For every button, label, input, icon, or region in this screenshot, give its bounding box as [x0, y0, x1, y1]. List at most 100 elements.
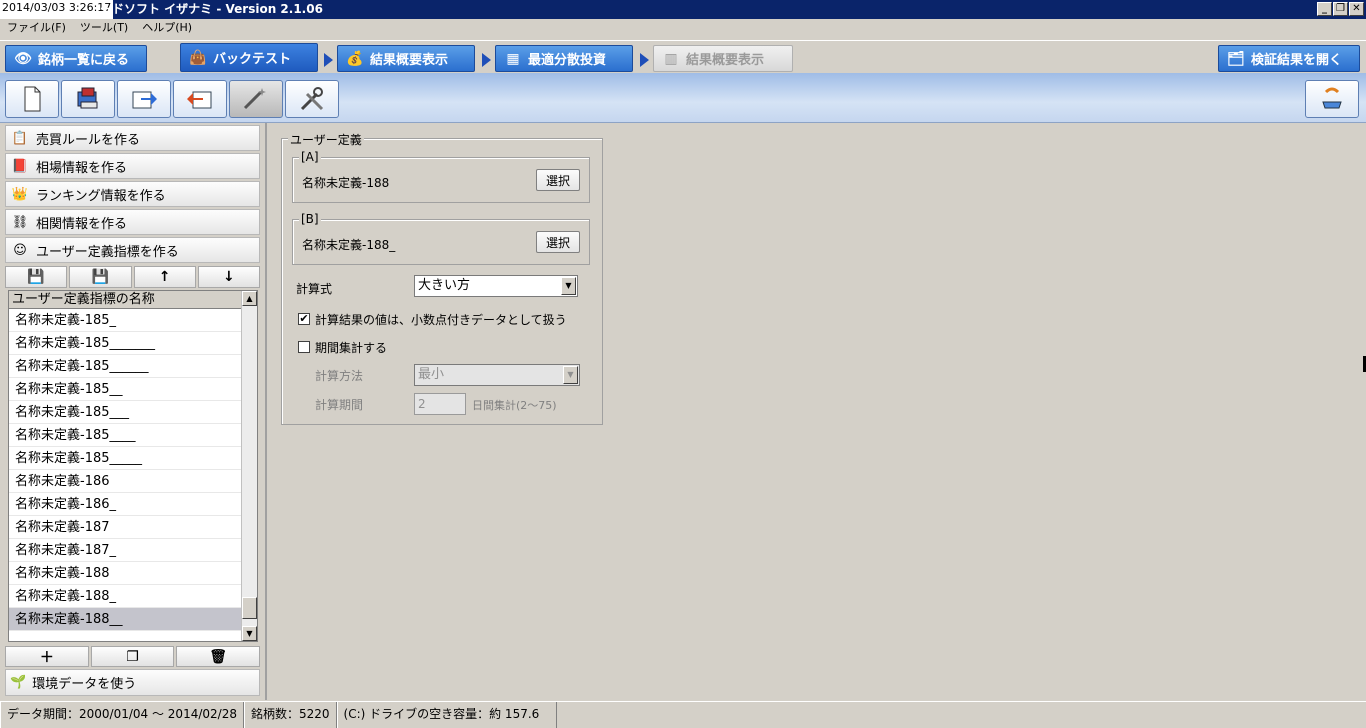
restore-button[interactable]: ❐ — [1333, 2, 1348, 16]
select-b-button[interactable]: 選択 — [536, 231, 580, 253]
duplicate-button[interactable]: ❐ — [90, 646, 175, 667]
move-down-button[interactable]: ↓ — [197, 266, 260, 288]
support-button[interactable] — [1305, 80, 1359, 118]
list-item[interactable]: 名称未定義-188_ — [9, 585, 242, 608]
menu-tools[interactable]: ツール(T) — [73, 19, 135, 37]
decimal-checkbox[interactable]: ✔ — [298, 313, 310, 325]
list-item[interactable]: 名称未定義-185___ — [9, 401, 242, 424]
user-definition-group: ユーザー定義 [A] 名称未定義-188 選択 [B] 名称未定義-188_ 選… — [281, 131, 603, 425]
tab-back-label: 銘柄一覧に戻る — [38, 53, 130, 68]
copy-button[interactable] — [61, 80, 115, 118]
tab-backtest[interactable]: 👜 バックテスト — [180, 43, 318, 72]
operand-b-group: [B] 名称未定義-188_ 選択 — [292, 212, 590, 265]
formula-label: 計算式 — [296, 282, 333, 296]
list-item[interactable]: 名称未定義-186 — [9, 470, 242, 493]
group-title: ユーザー定義 — [288, 131, 364, 148]
step-arrow-icon — [640, 53, 649, 67]
method-value: 最小 — [418, 367, 445, 382]
list-item[interactable]: 名称未定義-187_ — [9, 539, 242, 562]
tab-optimize-label: 最適分散投資 — [528, 53, 607, 68]
nav-correlation-info[interactable]: ⛓ 相関情報を作る — [5, 209, 260, 235]
period-length-label: 計算期間 — [315, 398, 364, 412]
nav-label: 売買ルールを作る — [36, 132, 141, 148]
open-results-label: 検証結果を開く — [1251, 53, 1343, 68]
list-item[interactable]: 名称未定義-185_______ — [9, 332, 242, 355]
list-item[interactable]: 名称未定義-188__ — [9, 608, 242, 631]
status-bar: データ期間：2000/01/04 〜 2014/02/28 銘柄数：5220 (… — [0, 701, 1366, 728]
save-button[interactable]: 💾 — [5, 266, 68, 288]
tab-result-summary[interactable]: 💰 結果概要表示 — [337, 45, 475, 72]
list-item[interactable]: 名称未定義-185____ — [9, 424, 242, 447]
window-controls: _ ❐ ✕ — [1317, 2, 1364, 16]
menu-help[interactable]: ヘルプ(H) — [135, 19, 199, 37]
crown-icon: 👑 — [11, 186, 29, 202]
tab-optimal-diversification[interactable]: ▦ 最適分散投資 — [495, 45, 633, 72]
import-button[interactable] — [173, 80, 227, 118]
delete-button[interactable]: 🗑 — [176, 646, 261, 667]
nav-label: ランキング情報を作る — [36, 188, 166, 204]
book-icon: 📕 — [11, 158, 29, 174]
list-item[interactable]: 名称未定義-185_____ — [9, 447, 242, 470]
network-icon: ⛓ — [11, 214, 29, 230]
list-item[interactable]: 名称未定義-188 — [9, 562, 242, 585]
list-item[interactable]: 名称未定義-185__ — [9, 378, 242, 401]
window-title: ードソフト イザナミ - Version 2.1.06 — [100, 2, 323, 16]
workflow-tab-bar: 👁 銘柄一覧に戻る 👜 バックテスト 💰 結果概要表示 ▦ 最適分散投資 ▥ 結… — [0, 40, 1366, 73]
nav-label: 相場情報を作る — [36, 160, 128, 176]
nav-user-indicator[interactable]: ☺ ユーザー定義指標を作る — [5, 237, 260, 263]
period-checkbox[interactable] — [298, 341, 310, 353]
close-button[interactable]: ✕ — [1349, 2, 1364, 16]
rules-icon: 📋 — [11, 130, 29, 146]
check-icon: ✔ — [299, 312, 309, 325]
list-item[interactable]: 名称未定義-185_ — [9, 309, 242, 332]
step-arrow-icon — [482, 53, 491, 67]
add-button[interactable]: ＋ — [5, 646, 89, 667]
tools-button[interactable] — [285, 80, 339, 118]
menu-file[interactable]: ファイル(F) — [0, 19, 73, 37]
chevron-down-icon[interactable]: ▼ — [561, 277, 576, 295]
plus-icon: ＋ — [39, 649, 54, 666]
indicator-list[interactable]: ユーザー定義指標の名称 名称未定義-185_ 名称未定義-185_______ 名称… — [8, 290, 258, 642]
list-item[interactable]: 名称未定義-185______ — [9, 355, 242, 378]
new-button[interactable] — [5, 80, 59, 118]
formula-select[interactable]: 大きい方 ▼ — [414, 275, 578, 297]
open-results-button[interactable]: 🗂 検証結果を開く — [1218, 45, 1360, 72]
nav-market-info[interactable]: 📕 相場情報を作る — [5, 153, 260, 179]
save-as-button[interactable]: 💾 — [69, 266, 132, 288]
scroll-thumb[interactable] — [242, 597, 257, 619]
tab-back-to-list[interactable]: 👁 銘柄一覧に戻る — [5, 45, 147, 72]
arrow-down-icon: ↓ — [223, 269, 235, 285]
step-arrow-icon — [324, 53, 333, 67]
minimize-button[interactable]: _ — [1317, 2, 1332, 16]
operand-a-value: 名称未定義-188 — [302, 176, 390, 190]
list-toolbar: 💾 💾 ↑ ↓ — [5, 266, 260, 288]
wand-button[interactable] — [229, 80, 283, 118]
list-item[interactable]: 名称未定義-186_ — [9, 493, 242, 516]
operand-a-group: [A] 名称未定義-188 選択 — [292, 150, 590, 203]
nav-trade-rules[interactable]: 📋 売買ルールを作る — [5, 125, 260, 151]
phone-icon — [1322, 87, 1342, 109]
list-item[interactable]: 名称未定義-187 — [9, 516, 242, 539]
list-scrollbar[interactable]: ▲ ▼ — [241, 291, 257, 641]
select-a-button[interactable]: 選択 — [536, 169, 580, 191]
wand-icon — [243, 88, 266, 110]
nav-ranking-info[interactable]: 👑 ランキング情報を作る — [5, 181, 260, 207]
scroll-down-icon[interactable]: ▼ — [242, 626, 257, 641]
scroll-up-icon[interactable]: ▲ — [242, 291, 257, 306]
operand-b-value: 名称未定義-188_ — [302, 238, 396, 252]
status-disk-space: (C:) ドライブの空き容量：約 157.6 GB — [336, 702, 557, 728]
move-up-button[interactable]: ↑ — [133, 266, 196, 288]
nav-env-data[interactable]: 🌱 環境データを使う — [5, 669, 260, 696]
bag-icon: 👜 — [189, 49, 207, 66]
tab-backtest-label: バックテスト — [213, 52, 292, 67]
period-label: 期間集計する — [315, 341, 388, 355]
period-length-input: 2 — [414, 393, 466, 415]
new-icon — [24, 86, 41, 112]
status-data-range: データ期間：2000/01/04 〜 2014/02/28 — [0, 702, 244, 728]
export-button[interactable] — [117, 80, 171, 118]
list-rows: 名称未定義-185_ 名称未定義-185_______ 名称未定義-185_____… — [9, 309, 257, 631]
operand-b-label: [B] — [299, 212, 321, 226]
title-timestamp: 2014/03/03 3:26:17 — [0, 0, 114, 19]
arrow-up-icon: ↑ — [158, 269, 171, 285]
coins-icon: 💰 — [346, 50, 364, 67]
